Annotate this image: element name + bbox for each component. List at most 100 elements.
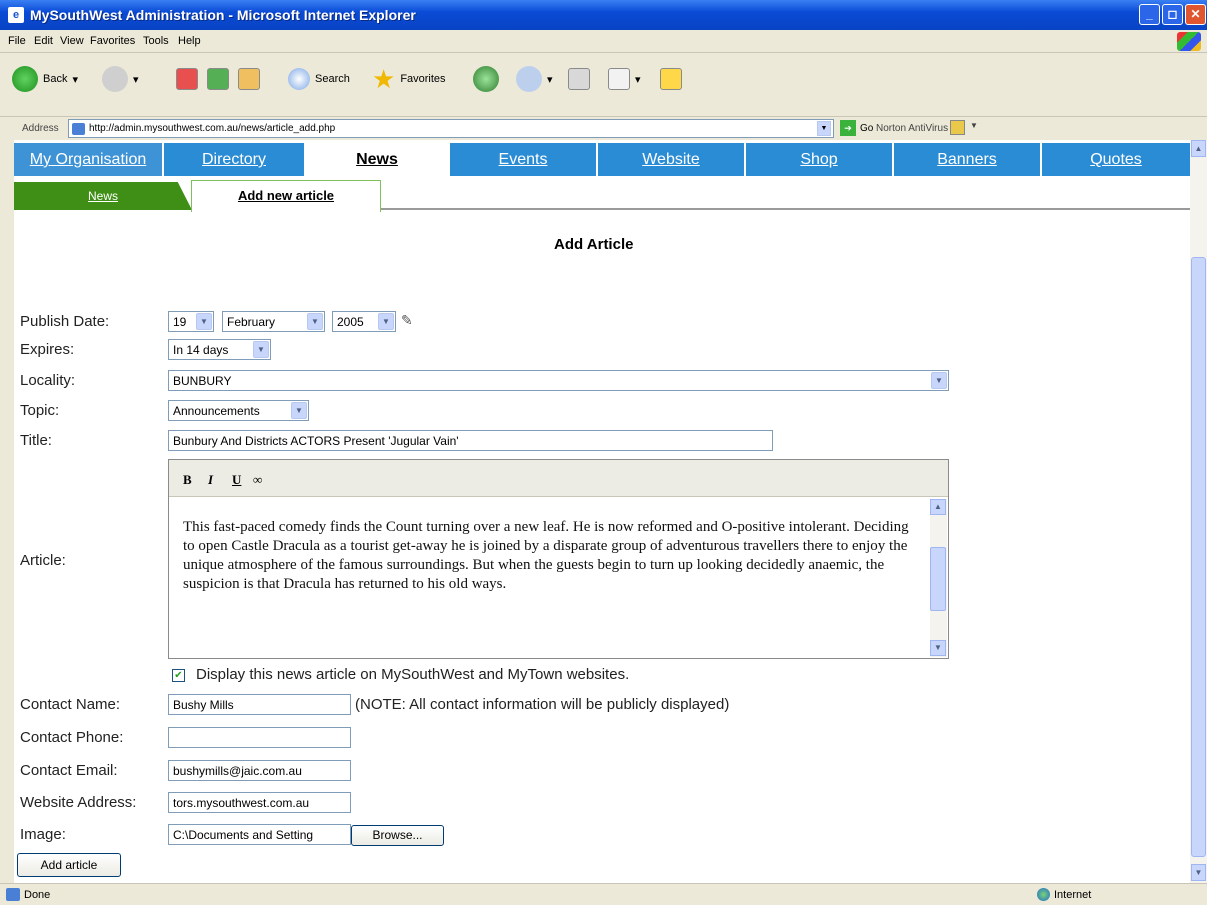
subtab-add-new-article[interactable]: Add new article — [191, 180, 381, 212]
messenger-button[interactable] — [660, 64, 682, 94]
norton-icon[interactable] — [950, 120, 965, 135]
ie-page-icon: e — [8, 7, 24, 23]
norton-dropdown-icon[interactable]: ▼ — [970, 121, 978, 130]
norton-label: Norton AntiVirus — [876, 123, 949, 134]
contact-email-label: Contact Email: — [20, 762, 118, 779]
publish-day-value: 19 — [173, 315, 187, 329]
window-title: MySouthWest Administration - Microsoft I… — [30, 7, 416, 23]
address-dropdown-icon[interactable]: ▼ — [817, 121, 831, 136]
nav-tab-website[interactable]: Website — [598, 143, 746, 176]
display-checkbox-label: Display this news article on MySouthWest… — [196, 666, 630, 683]
image-path-input[interactable]: C:\Documents and Setting — [168, 824, 351, 845]
stop-button[interactable] — [176, 64, 198, 94]
nav-tab-banners[interactable]: Banners — [894, 143, 1042, 176]
article-label: Article: — [20, 552, 66, 569]
search-label: Search — [315, 73, 350, 85]
publish-date-label: Publish Date: — [20, 313, 110, 330]
address-input[interactable]: http://admin.mysouthwest.com.au/news/art… — [68, 119, 834, 138]
website-input[interactable]: tors.mysouthwest.com.au — [168, 792, 351, 813]
menu-view[interactable]: View — [60, 35, 84, 47]
messenger-icon — [660, 68, 682, 90]
expires-select[interactable]: In 14 days ▼ — [168, 339, 271, 360]
contact-phone-label: Contact Phone: — [20, 729, 124, 746]
history-button[interactable] — [473, 64, 499, 94]
topic-value: Announcements — [173, 404, 260, 418]
minimize-button[interactable]: _ — [1139, 4, 1160, 25]
menu-tools[interactable]: Tools — [143, 35, 169, 47]
calendar-icon[interactable]: ✎ — [401, 312, 413, 329]
print-button[interactable] — [568, 64, 590, 94]
article-text[interactable]: This fast-paced comedy finds the Count t… — [183, 518, 913, 594]
contact-phone-input[interactable] — [168, 727, 351, 748]
topic-label: Topic: — [20, 402, 60, 419]
publish-month-value: February — [227, 315, 276, 329]
nav-tab-events[interactable]: Events — [450, 143, 598, 176]
print-icon — [568, 68, 590, 90]
address-label: Address — [22, 123, 59, 134]
address-bar: Address http://admin.mysouthwest.com.au/… — [0, 116, 1207, 140]
menu-favorites[interactable]: Favorites — [90, 35, 135, 47]
chevron-down-icon: ▼ — [291, 402, 307, 419]
italic-button[interactable]: I — [208, 472, 213, 488]
link-button[interactable]: ∞ — [253, 472, 262, 488]
edit-icon — [608, 68, 630, 90]
home-icon — [238, 68, 260, 90]
contact-note: (NOTE: All contact information will be p… — [355, 696, 730, 713]
page-scroll-thumb[interactable] — [1191, 257, 1206, 857]
editor-scrollbar[interactable]: ▲ ▼ — [930, 499, 947, 657]
scroll-down-icon[interactable]: ▼ — [930, 640, 946, 656]
globe-icon — [1037, 888, 1050, 901]
browse-button[interactable]: Browse... — [351, 825, 444, 846]
menu-file[interactable]: File — [8, 35, 26, 47]
chevron-down-icon: ▼ — [253, 341, 269, 358]
locality-select[interactable]: BUNBURY ▼ — [168, 370, 949, 391]
editor-scroll-thumb[interactable] — [930, 547, 946, 611]
publish-day-select[interactable]: 19 ▼ — [168, 311, 214, 332]
forward-button[interactable]: ▾ — [102, 64, 139, 94]
home-button[interactable] — [238, 64, 260, 94]
expires-label: Expires: — [20, 341, 75, 358]
menu-bar: File Edit View Favorites Tools Help — [0, 30, 1207, 53]
underline-button[interactable]: U — [232, 472, 241, 488]
publish-year-value: 2005 — [337, 315, 364, 329]
add-article-button[interactable]: Add article — [17, 853, 121, 877]
title-input[interactable]: Bunbury And Districts ACTORS Present 'Ju… — [168, 430, 773, 451]
edit-button[interactable]: ▾ — [608, 64, 641, 94]
scroll-up-icon[interactable]: ▲ — [930, 499, 946, 515]
close-button[interactable]: ✕ — [1185, 4, 1206, 25]
page-scrollbar[interactable]: ▲ ▼ — [1190, 140, 1207, 883]
refresh-button[interactable] — [207, 64, 229, 94]
menu-help[interactable]: Help — [178, 35, 201, 47]
go-arrow-icon[interactable]: ➔ — [840, 120, 856, 136]
contact-email-input[interactable]: bushymills@jaic.com.au — [168, 760, 351, 781]
subtab-news[interactable]: News — [14, 182, 192, 210]
topic-select[interactable]: Announcements ▼ — [168, 400, 309, 421]
search-button[interactable]: Search — [288, 64, 350, 94]
nav-tab-shop[interactable]: Shop — [746, 143, 894, 176]
back-label: Back — [43, 73, 68, 85]
nav-tab-directory[interactable]: Directory — [164, 143, 306, 176]
mail-button[interactable]: ▾ — [516, 64, 553, 94]
nav-tab-news[interactable]: News — [306, 143, 450, 176]
menu-edit[interactable]: Edit — [34, 35, 53, 47]
display-checkbox[interactable]: ✔ — [172, 669, 185, 682]
nav-tab-my-organisation[interactable]: My Organisation — [14, 143, 164, 176]
maximize-button[interactable]: ◻ — [1162, 4, 1183, 25]
scroll-up-icon[interactable]: ▲ — [1191, 140, 1206, 157]
back-button[interactable]: Back ▾ — [12, 64, 78, 94]
publish-month-select[interactable]: February ▼ — [222, 311, 325, 332]
page-content: My Organisation Directory News Events We… — [14, 140, 1190, 883]
favorites-button[interactable]: ★ Favorites — [372, 64, 446, 94]
favorites-star-icon: ★ — [372, 63, 396, 94]
windows-logo-icon — [1177, 32, 1201, 51]
page-heading: Add Article — [554, 236, 634, 253]
scroll-down-icon[interactable]: ▼ — [1191, 864, 1206, 881]
go-button[interactable]: Go — [860, 123, 873, 134]
bold-button[interactable]: B — [183, 472, 192, 488]
nav-tab-quotes[interactable]: Quotes — [1042, 143, 1190, 176]
browser-toolbar: Back ▾ ▾ Search ★ Favorites ▾ ▾ — [0, 54, 1207, 116]
page-done-icon — [6, 888, 20, 901]
publish-year-select[interactable]: 2005 ▼ — [332, 311, 396, 332]
article-editor: B I U ∞ This fast-paced comedy finds the… — [168, 459, 949, 659]
contact-name-input[interactable]: Bushy Mills — [168, 694, 351, 715]
